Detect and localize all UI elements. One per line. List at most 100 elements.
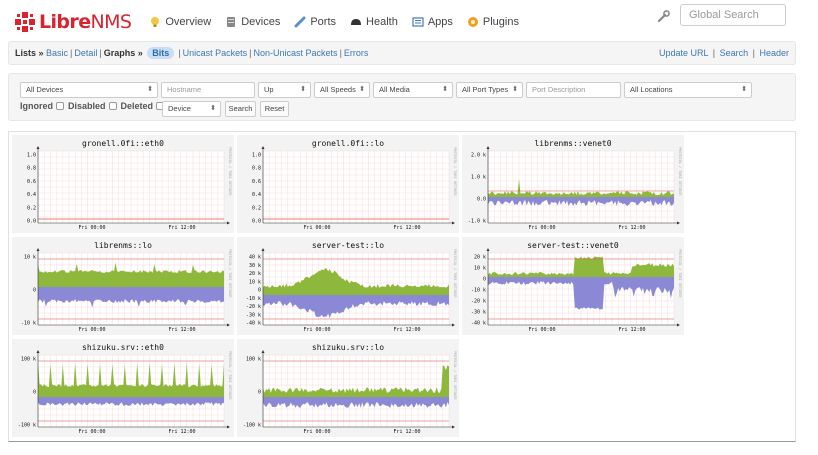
x-tick-label: Fri 00:00 — [78, 327, 105, 333]
graph-title: librenms::lo — [94, 241, 152, 250]
y-axis-arrow — [261, 350, 265, 353]
nav-ports[interactable]: Ports — [294, 16, 336, 28]
port-types-select[interactable]: All Port Types ⬍ — [456, 82, 523, 98]
disabled-checkbox[interactable] — [108, 102, 117, 110]
reset-button[interactable]: Reset — [260, 101, 289, 117]
y-axis-arrow — [261, 146, 265, 149]
graph-watermark: PROTOCOL / TOBI OETIKER — [228, 147, 232, 196]
y-tick-label: 0.0 — [27, 219, 36, 225]
port-graph[interactable]: librenms::venet0PROTOCOL / TOBI OETIKER 2… — [462, 135, 684, 233]
x-tick-label: Fri 12:00 — [393, 225, 420, 231]
y-tick-label: 1.0 — [27, 153, 36, 159]
sort-select[interactable]: Device ⬍ — [162, 101, 221, 117]
bits-graph-svg: server-test::venet0PROTOCOL / TOBI OETIK… — [471, 241, 682, 333]
hostname-input[interactable]: Hostname — [161, 82, 255, 98]
y-axis-arrow — [486, 146, 490, 149]
brand-logo[interactable]: LibreNMS — [14, 11, 132, 33]
graph-watermark: PROTOCOL / TOBI OETIKER — [453, 249, 457, 298]
crumb-unicast-link[interactable]: Unicast Packets — [183, 48, 248, 58]
y-tick-label: -10 k — [21, 321, 36, 327]
graph-title: librenms::venet0 — [534, 139, 611, 148]
port-graph[interactable]: shizuku.srv::lo PROTOCOL / TOBI OETIKER 10… — [237, 339, 459, 437]
y-tick-label: -40 k — [471, 321, 486, 327]
plugin-icon — [467, 17, 478, 27]
graph-title: shizuku.srv::eth0 — [82, 343, 164, 352]
x-tick-label: Fri 00:00 — [303, 429, 330, 435]
x-axis-arrow — [677, 323, 680, 327]
port-graph[interactable]: librenms::lo PROTOCOL / TOBI OETIKER 10 k0… — [12, 237, 234, 335]
y-tick-label: 0.8 — [27, 166, 36, 172]
ignored-checkbox[interactable] — [56, 102, 64, 110]
y-axis-arrow — [486, 248, 490, 251]
graph-watermark: PROTOCOL / TOBI OETIKER — [678, 249, 682, 298]
x-tick-label: Fri 12:00 — [618, 225, 645, 231]
graph-watermark: PROTOCOL / TOBI OETIKER — [228, 351, 232, 400]
devices-select[interactable]: All Devices ⬍ — [20, 82, 158, 98]
nav-devices[interactable]: Devices — [225, 16, 280, 28]
port-description-input[interactable]: Port Description — [526, 82, 621, 98]
graph-title: gronell.0fi::lo — [312, 139, 384, 148]
filter-panel: All Devices ⬍ Hostname Up ⬍ All Speeds ⬍ Al… — [8, 73, 796, 121]
wrench-icon[interactable] — [657, 9, 671, 23]
search-toggle-link[interactable]: Search — [720, 48, 749, 58]
locations-select[interactable]: All Locations ⬍ — [624, 82, 752, 98]
crumb-nonunicast-link[interactable]: Non-Unicast Packets — [254, 48, 338, 58]
nav-apps[interactable]: Apps — [412, 16, 453, 28]
nav-plugins[interactable]: Plugins — [467, 16, 519, 28]
global-search-input[interactable] — [680, 4, 786, 26]
y-tick-label: 0.4 — [252, 192, 261, 198]
x-axis-arrow — [452, 221, 455, 225]
crumb-lists: Lists » — [15, 48, 44, 58]
y-tick-label: 0.6 — [252, 179, 261, 185]
crumb-detail-link[interactable]: Detail — [74, 48, 97, 58]
x-tick-label: Fri 12:00 — [618, 327, 645, 333]
x-tick-label: Fri 12:00 — [168, 429, 195, 435]
nav-health[interactable]: Health — [350, 16, 398, 28]
bits-graph-svg: librenms::venet0PROTOCOL / TOBI OETIKER 2… — [468, 139, 682, 231]
bits-graph-svg: gronell.0fi::loPROTOCOL / TOBI OETIKER 1.… — [252, 139, 457, 231]
port-graph[interactable]: server-test::lo PROTOCOL / TOBI OETIKER 40… — [237, 237, 459, 335]
port-graph[interactable]: shizuku.srv::eth0PROTOCOL / TOBI OETIKER… — [12, 339, 234, 437]
speeds-select[interactable]: All Speeds ⬍ — [314, 82, 370, 98]
media-select[interactable]: All Media ⬍ — [373, 82, 453, 98]
y-tick-label: 10 k — [474, 266, 486, 272]
crumb-actions: Update URL | Search | Header — [658, 48, 789, 58]
y-tick-label: 1.0 — [252, 153, 261, 159]
y-tick-label: -20 k — [246, 304, 261, 310]
search-button[interactable]: Search — [225, 101, 256, 117]
apps-icon — [412, 17, 424, 27]
x-tick-label: Fri 00:00 — [303, 225, 330, 231]
crumb-bits-active[interactable]: Bits — [147, 47, 175, 59]
nav-overview[interactable]: Overview — [149, 16, 211, 28]
bits-graph-svg: server-test::loPROTOCOL / TOBI OETIKER 40… — [246, 241, 457, 333]
nav-plugins-label: Plugins — [482, 16, 519, 28]
graph-watermark: PROTOCOL / TOBI OETIKER — [678, 147, 682, 196]
y-axis-arrow — [36, 248, 40, 251]
y-tick-label: 0.6 — [27, 179, 36, 185]
nav-health-label: Health — [366, 16, 398, 28]
crumb-basic-link[interactable]: Basic — [46, 48, 68, 58]
crumb-graphs: Graphs » — [103, 48, 143, 58]
y-tick-label: -30 k — [246, 312, 261, 318]
y-tick-label: 100 k — [246, 357, 261, 363]
server-icon — [227, 17, 236, 27]
x-axis-arrow — [452, 323, 455, 327]
disabled-label: Disabled — [68, 101, 106, 111]
status-checkboxes: Ignored Disabled Deleted — [20, 101, 168, 111]
bits-graph-svg: shizuku.srv::eth0PROTOCOL / TOBI OETIKER… — [18, 343, 232, 435]
y-tick-label: -40 k — [246, 321, 261, 327]
update-url-link[interactable]: Update URL — [659, 48, 708, 58]
y-tick-label: 0 — [258, 390, 261, 396]
librenms-logo-icon — [15, 12, 35, 32]
crumb-errors-link[interactable]: Errors — [344, 48, 369, 58]
port-graph[interactable]: gronell.0fi::eth0 PROTOCOL / TOBI OETIKER… — [12, 135, 234, 233]
y-tick-label: 0.0 — [252, 219, 261, 225]
y-tick-label: 2.0 k — [471, 153, 486, 159]
port-graph[interactable]: gronell.0fi::lo PROTOCOL / TOBI OETIKER 1.… — [237, 135, 459, 233]
lightbulb-icon — [151, 17, 160, 27]
port-graph[interactable]: server-test::venet0 PROTOCOL / TOBI OETIK… — [462, 237, 684, 335]
y-tick-label: 40 k — [249, 255, 261, 261]
header-toggle-link[interactable]: Header — [759, 48, 789, 58]
state-select[interactable]: Up ⬍ — [258, 82, 311, 98]
x-axis-arrow — [677, 221, 680, 225]
